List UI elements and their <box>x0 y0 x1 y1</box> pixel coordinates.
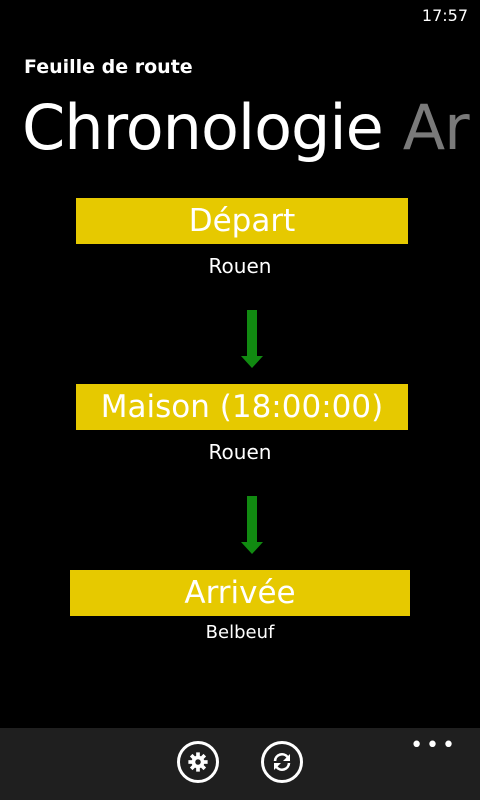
step-box-arrivee[interactable]: Arrivée <box>70 570 410 616</box>
app-title: Feuille de route <box>24 56 193 78</box>
screen: 17:57 Feuille de route Chronologie Ar Dép… <box>0 0 480 800</box>
step-place-arrivee: Belbeuf <box>205 622 275 643</box>
settings-icon <box>188 752 208 772</box>
step-box-maison[interactable]: Maison (18:00:00) <box>76 384 408 430</box>
step-place-maison: Rouen <box>208 440 272 464</box>
app-bar: ••• <box>0 728 480 800</box>
step-box-depart[interactable]: Départ <box>76 198 408 244</box>
more-options-button[interactable]: ••• <box>410 735 458 757</box>
refresh-button[interactable] <box>261 741 303 783</box>
refresh-icon <box>273 753 291 771</box>
step-place-depart: Rouen <box>208 254 272 278</box>
status-time: 17:57 <box>421 6 468 25</box>
pivot-item-chronologie[interactable]: Chronologie <box>22 91 384 164</box>
pivot-item-next[interactable]: Ar <box>403 91 470 164</box>
settings-button[interactable] <box>177 741 219 783</box>
pivot-header: Chronologie Ar <box>22 88 470 168</box>
